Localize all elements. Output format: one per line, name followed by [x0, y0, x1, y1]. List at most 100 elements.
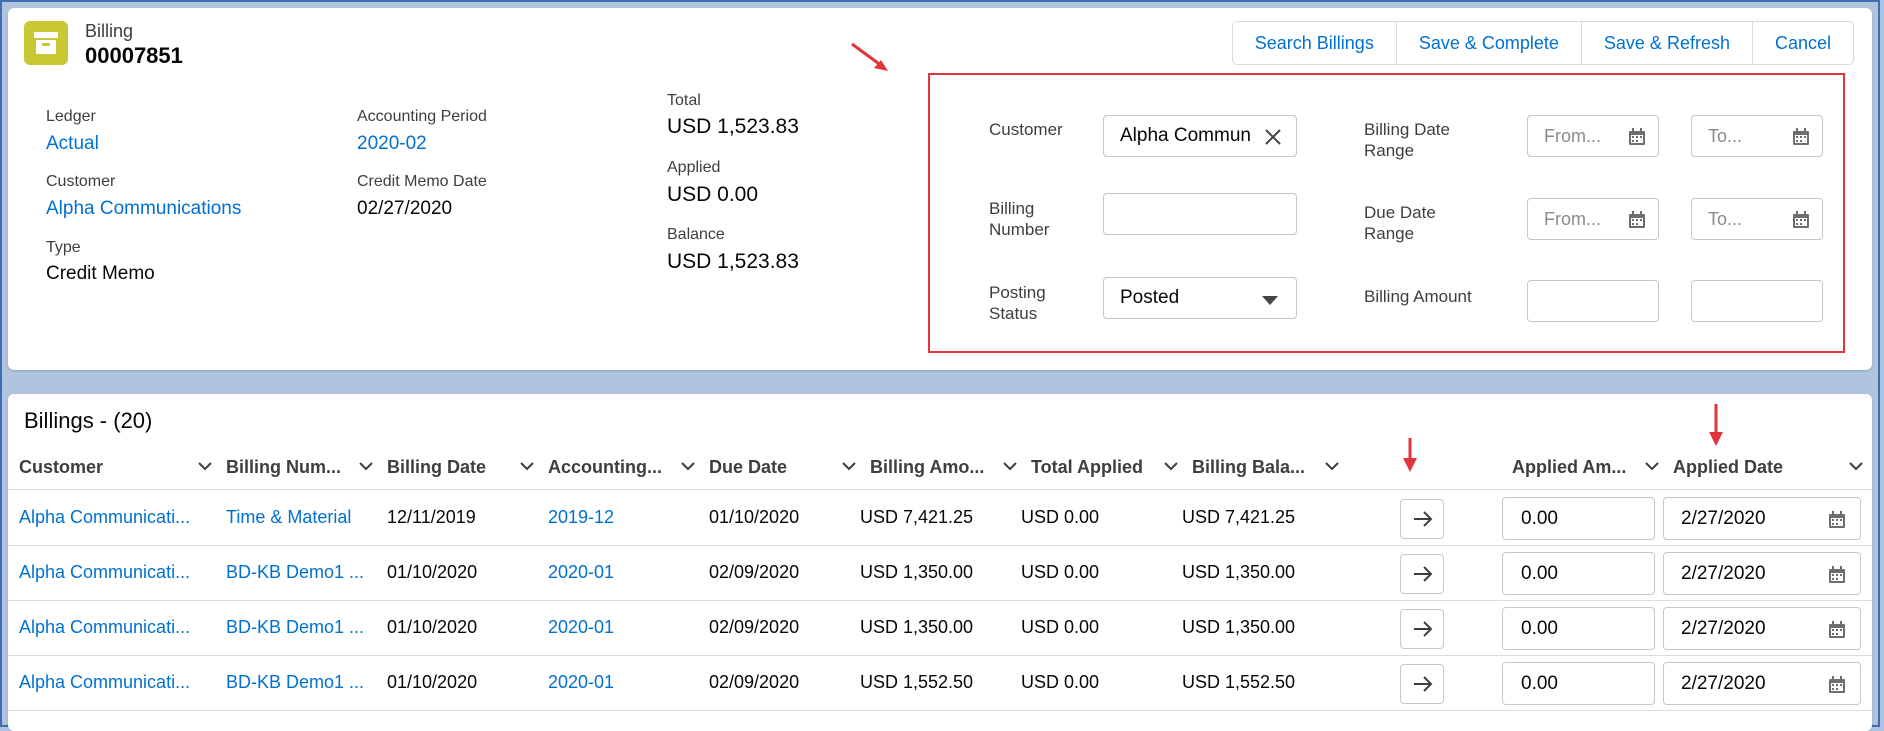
- billing-date-to-input[interactable]: To...: [1691, 115, 1823, 157]
- column-header-billing-amount[interactable]: Billing Amo...: [870, 445, 1030, 489]
- object-type-label: Billing: [85, 21, 134, 41]
- column-header-applied-date[interactable]: Applied Date: [1673, 445, 1869, 489]
- chevron-down-icon[interactable]: [1002, 460, 1018, 472]
- column-header-billing-date[interactable]: Billing Date: [387, 445, 547, 489]
- filter-billing-amount-label: Billing Amount: [1364, 287, 1472, 306]
- row-billing-balance: USD 1,350.00: [1182, 562, 1296, 582]
- row-accounting-period-link[interactable]: 2020-01: [548, 545, 703, 600]
- column-header-due-date[interactable]: Due Date: [709, 445, 869, 489]
- due-date-from-input[interactable]: From...: [1527, 198, 1659, 240]
- cancel-button[interactable]: Cancel: [1751, 22, 1853, 64]
- save-complete-button[interactable]: Save & Complete: [1395, 22, 1581, 64]
- due-date-to-placeholder: To...: [1708, 208, 1743, 229]
- arrow-right-icon: [1414, 511, 1433, 527]
- calendar-icon[interactable]: [1828, 566, 1846, 584]
- calendar-icon[interactable]: [1828, 511, 1846, 529]
- chevron-down-icon[interactable]: [519, 460, 535, 472]
- calendar-icon[interactable]: [1628, 128, 1646, 146]
- calendar-icon[interactable]: [1792, 128, 1810, 146]
- row-billing-number-link[interactable]: BD-KB Demo1 ...: [226, 655, 381, 710]
- chevron-down-icon[interactable]: [1644, 460, 1660, 472]
- filter-billing-number-input[interactable]: [1103, 193, 1297, 235]
- chevron-down-icon[interactable]: [1163, 460, 1179, 472]
- row-accounting-period-link[interactable]: 2020-01: [548, 655, 703, 710]
- applied-date-input[interactable]: 2/27/2020: [1663, 497, 1861, 540]
- filter-billing-number-label: Billing Number: [989, 199, 1050, 239]
- row-billing-amount: USD 1,350.00: [860, 562, 974, 582]
- apply-arrow-button[interactable]: [1400, 499, 1444, 539]
- row-billing-amount: USD 1,350.00: [860, 617, 974, 637]
- column-header-customer[interactable]: Customer: [19, 445, 215, 489]
- column-header-applied-amount[interactable]: Applied Am...: [1512, 445, 1672, 489]
- chevron-down-icon[interactable]: [1324, 460, 1340, 472]
- row-customer-link[interactable]: Alpha Communicati...: [19, 655, 215, 710]
- row-due-date: 01/10/2020: [709, 507, 800, 527]
- applied-amount-input[interactable]: 0.00: [1502, 552, 1655, 595]
- row-billing-balance: USD 1,552.50: [1182, 672, 1296, 692]
- applied-label: Applied: [667, 159, 721, 176]
- save-refresh-button[interactable]: Save & Refresh: [1580, 22, 1752, 64]
- row-customer-link[interactable]: Alpha Communicati...: [19, 545, 215, 600]
- applied-date-input[interactable]: 2/27/2020: [1663, 662, 1861, 705]
- applied-date-value: 2/27/2020: [1681, 617, 1766, 639]
- applied-amount-input[interactable]: 0.00: [1502, 607, 1655, 650]
- apply-arrow-button[interactable]: [1400, 554, 1444, 594]
- filter-customer-input[interactable]: Alpha Commun: [1103, 115, 1297, 157]
- billing-amount-from-input[interactable]: [1527, 280, 1659, 322]
- filter-posting-status-label: Posting Status: [989, 283, 1046, 323]
- applied-date-input[interactable]: 2/27/2020: [1663, 552, 1861, 595]
- table-row: Alpha Communicati... BD-KB Demo1 ... 01/10…: [8, 600, 1872, 656]
- calendar-icon[interactable]: [1828, 621, 1846, 639]
- customer-link[interactable]: Alpha Communications: [46, 198, 241, 220]
- column-header-total-applied[interactable]: Total Applied: [1031, 445, 1191, 489]
- calendar-icon[interactable]: [1792, 211, 1810, 229]
- chevron-down-icon[interactable]: [1848, 460, 1864, 472]
- chevron-down-icon[interactable]: [841, 460, 857, 472]
- billing-amount-to-input[interactable]: [1691, 280, 1823, 322]
- row-customer-link[interactable]: Alpha Communicati...: [19, 600, 215, 655]
- row-billing-balance: USD 7,421.25: [1182, 507, 1296, 527]
- apply-arrow-button[interactable]: [1400, 609, 1444, 649]
- filter-billing-date-label: Billing Date Range: [1364, 120, 1450, 160]
- chevron-down-icon[interactable]: [197, 460, 213, 472]
- applied-date-input[interactable]: 2/27/2020: [1663, 607, 1861, 650]
- row-customer-link[interactable]: Alpha Communicati...: [19, 490, 215, 545]
- calendar-icon[interactable]: [1628, 211, 1646, 229]
- accounting-period-label: Accounting Period: [357, 108, 487, 125]
- arrow-right-icon: [1414, 621, 1433, 637]
- column-header-accounting-period[interactable]: Accounting...: [548, 445, 708, 489]
- row-billing-number-link[interactable]: BD-KB Demo1 ...: [226, 545, 381, 600]
- row-billing-balance: USD 1,350.00: [1182, 617, 1296, 637]
- ledger-link[interactable]: Actual: [46, 133, 99, 155]
- column-header-billing-number[interactable]: Billing Num...: [226, 445, 386, 489]
- column-header-billing-balance[interactable]: Billing Bala...: [1192, 445, 1352, 489]
- posting-status-value: Posted: [1120, 287, 1180, 308]
- applied-date-value: 2/27/2020: [1681, 562, 1766, 584]
- chevron-down-icon[interactable]: [358, 460, 374, 472]
- row-billing-date: 01/10/2020: [387, 617, 478, 637]
- accounting-period-link[interactable]: 2020-02: [357, 133, 427, 155]
- billing-date-from-input[interactable]: From...: [1527, 115, 1659, 157]
- row-billing-amount: USD 1,552.50: [860, 672, 974, 692]
- row-accounting-period-link[interactable]: 2019-12: [548, 490, 703, 545]
- row-billing-date: 01/10/2020: [387, 672, 478, 692]
- search-billings-button[interactable]: Search Billings: [1233, 22, 1396, 64]
- arrow-right-icon: [1414, 566, 1433, 582]
- row-billing-amount: USD 7,421.25: [860, 507, 974, 527]
- calendar-icon[interactable]: [1828, 676, 1846, 694]
- row-billing-number-link[interactable]: Time & Material: [226, 490, 381, 545]
- row-billing-number-link[interactable]: BD-KB Demo1 ...: [226, 600, 381, 655]
- row-total-applied: USD 0.00: [1021, 507, 1100, 527]
- record-name: 00007851: [85, 43, 183, 68]
- clear-icon[interactable]: [1264, 128, 1282, 146]
- apply-arrow-button[interactable]: [1400, 664, 1444, 704]
- applied-amount-input[interactable]: 0.00: [1502, 662, 1655, 705]
- applied-value: USD 0.00: [667, 183, 759, 206]
- annotation-arrow-icon: [851, 42, 888, 71]
- total-label: Total: [667, 92, 701, 109]
- row-accounting-period-link[interactable]: 2020-01: [548, 600, 703, 655]
- chevron-down-icon[interactable]: [680, 460, 696, 472]
- due-date-to-input[interactable]: To...: [1691, 198, 1823, 240]
- filter-posting-status-select[interactable]: Posted: [1103, 277, 1297, 319]
- applied-amount-input[interactable]: 0.00: [1502, 497, 1655, 540]
